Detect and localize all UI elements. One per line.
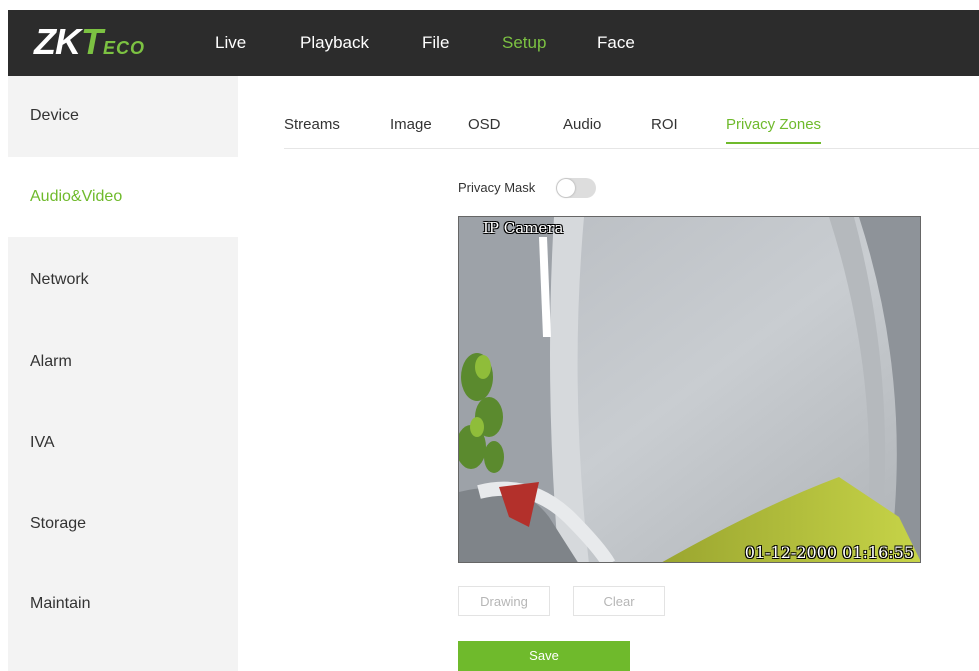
drawing-button[interactable]: Drawing [458, 586, 550, 616]
sidebar-item-storage[interactable]: Storage [8, 484, 238, 564]
sidebar-item-maintain[interactable]: Maintain [8, 564, 238, 644]
sidebar-item-audio-video[interactable]: Audio&Video [8, 157, 238, 237]
clear-button[interactable]: Clear [573, 586, 665, 616]
top-navigation-bar: ZK T ECO Live Playback File Setup Face [8, 10, 979, 76]
sidebar-item-label: Storage [30, 515, 87, 532]
audio-video-tabs: Streams Image OSD Audio ROI Privacy Zone… [284, 76, 979, 149]
sidebar-item-label: Audio&Video [30, 188, 123, 205]
sidebar-item-label: Network [30, 271, 89, 288]
nav-setup[interactable]: Setup [502, 32, 546, 54]
tab-privacy-zones[interactable]: Privacy Zones [726, 116, 822, 144]
tab-audio[interactable]: Audio [563, 116, 601, 134]
camera-preview[interactable]: IP Camera 01-12-2000 01:16:55 [458, 216, 921, 563]
settings-sidebar: Device Audio&Video Network Alarm IVA Sto… [8, 76, 238, 671]
sidebar-item-label: Maintain [30, 595, 91, 612]
privacy-mask-label: Privacy Mask [458, 180, 536, 195]
nav-face[interactable]: Face [597, 32, 635, 54]
nav-live[interactable]: Live [215, 32, 246, 54]
sidebar-item-label: Device [30, 107, 79, 124]
sidebar-item-label: IVA [30, 434, 55, 451]
save-button[interactable]: Save [458, 641, 630, 671]
zkteco-logo: ZK T ECO [34, 21, 146, 62]
privacy-mask-toggle[interactable] [556, 178, 596, 198]
nav-playback[interactable]: Playback [300, 32, 369, 54]
sidebar-item-device[interactable]: Device [8, 76, 238, 156]
camera-scene [459, 217, 920, 562]
osd-timestamp: 01-12-2000 01:16:55 [744, 543, 914, 562]
toggle-knob [557, 179, 575, 197]
sidebar-item-label: Alarm [30, 353, 72, 370]
tab-image[interactable]: Image [390, 116, 432, 134]
nav-file[interactable]: File [422, 32, 449, 54]
sidebar-item-alarm[interactable]: Alarm [8, 322, 238, 402]
sidebar-item-iva[interactable]: IVA [8, 403, 238, 483]
tab-osd[interactable]: OSD [468, 116, 501, 134]
tab-streams[interactable]: Streams [284, 116, 340, 134]
app-frame: ZK T ECO Live Playback File Setup Face Dev… [8, 10, 979, 671]
tab-roi[interactable]: ROI [651, 116, 678, 134]
osd-camera-title: IP Camera [483, 219, 564, 237]
sidebar-item-network[interactable]: Network [8, 240, 238, 320]
